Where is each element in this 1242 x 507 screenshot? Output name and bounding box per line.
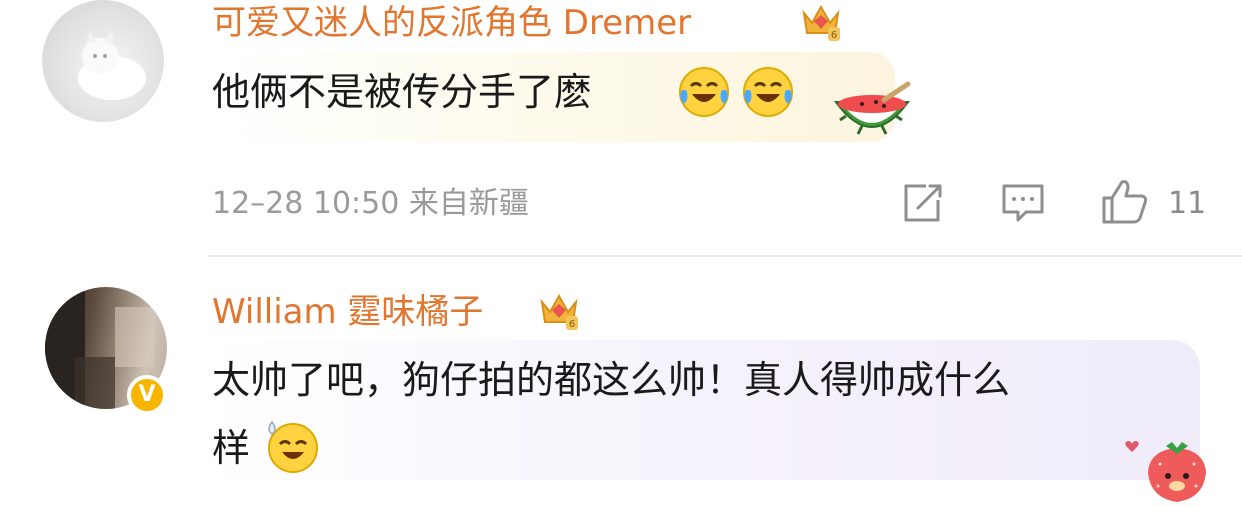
svg-text:6: 6 [831, 30, 837, 41]
heart-icon [1124, 438, 1140, 454]
laugh-cry-emoji-icon [740, 64, 796, 120]
laugh-cry-emoji-icon [676, 64, 732, 120]
share-icon[interactable] [900, 182, 944, 224]
comment-meta: 12–28 10:50 来自新疆 [212, 186, 529, 221]
verified-badge-icon: V [127, 375, 167, 415]
like-thumb-icon[interactable] [1100, 178, 1150, 226]
user-avatar[interactable] [42, 0, 164, 122]
strawberry-sticker-icon [1142, 440, 1212, 504]
like-count: 11 [1168, 186, 1207, 221]
comment-username[interactable]: 可爱又迷人的反派角色 Dremer [212, 1, 691, 45]
comment-text: 他俩不是被传分手了麽 [212, 70, 593, 114]
happy-sweat-emoji-icon [262, 416, 322, 476]
crown-badge-icon: 6 [800, 3, 842, 43]
comment-username[interactable]: William 霆味橘子 [212, 290, 483, 334]
comment-text: 太帅了吧，狗仔拍的都这么帅！真人得帅成什么 [212, 358, 1011, 402]
svg-text:6: 6 [569, 319, 575, 330]
comment-icon[interactable] [1000, 182, 1046, 224]
watermelon-sticker-icon [828, 80, 916, 148]
crown-badge-icon: 6 [538, 292, 580, 332]
comment-divider [208, 255, 1242, 257]
comment-text: 样 [212, 426, 251, 470]
